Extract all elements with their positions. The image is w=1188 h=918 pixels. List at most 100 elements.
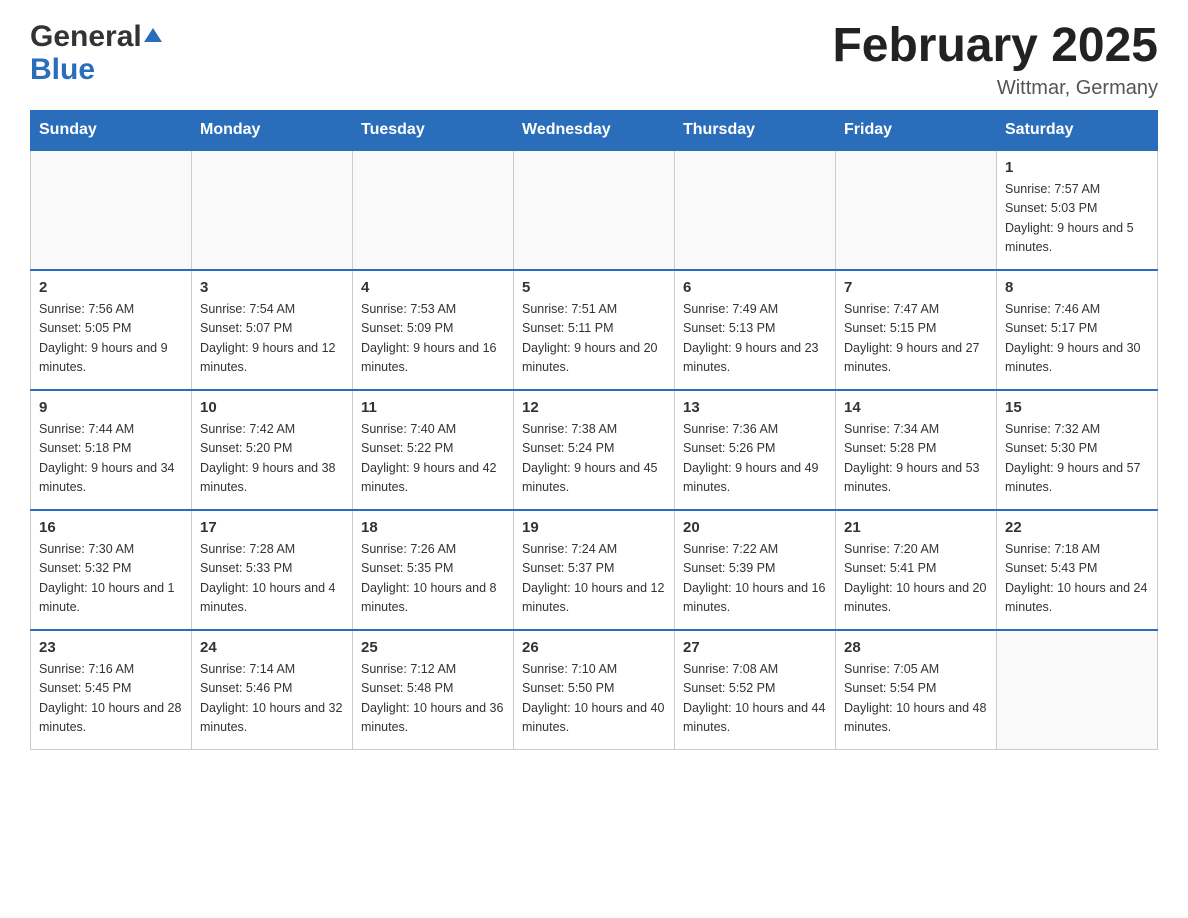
calendar-week-row: 1 Sunrise: 7:57 AM Sunset: 5:03 PM Daylig… bbox=[31, 150, 1158, 270]
calendar-day-cell: 12 Sunrise: 7:38 AM Sunset: 5:24 PM Dayli… bbox=[514, 390, 675, 510]
calendar-day-cell: 23 Sunrise: 7:16 AM Sunset: 5:45 PM Dayli… bbox=[31, 630, 192, 750]
day-info: Sunrise: 7:42 AM Sunset: 5:20 PM Dayligh… bbox=[200, 420, 344, 498]
calendar-day-cell: 4Sunrise: 7:53 AM Sunset: 5:09 PM Daylig… bbox=[353, 270, 514, 390]
logo: General Blue bbox=[30, 20, 162, 86]
logo-triangle-icon bbox=[144, 28, 162, 42]
title-area: February 2025 Wittmar, Germany bbox=[832, 20, 1158, 100]
day-number: 2 bbox=[39, 279, 183, 296]
calendar-day-cell: 6 Sunrise: 7:49 AM Sunset: 5:13 PM Daylig… bbox=[675, 270, 836, 390]
page-header: General Blue February 2025 Wittmar, Germ… bbox=[30, 20, 1158, 100]
day-info: Sunrise: 7:26 AM Sunset: 5:35 PM Dayligh… bbox=[361, 540, 505, 618]
day-info: Sunrise: 7:22 AM Sunset: 5:39 PM Dayligh… bbox=[683, 540, 827, 618]
calendar-day-cell: 15 Sunrise: 7:32 AM Sunset: 5:30 PM Dayli… bbox=[997, 390, 1158, 510]
calendar-day-cell: 19 Sunrise: 7:24 AM Sunset: 5:37 PM Dayli… bbox=[514, 510, 675, 630]
day-info: Sunrise: 7:46 AM Sunset: 5:17 PM Dayligh… bbox=[1005, 300, 1149, 378]
day-number: 8 bbox=[1005, 279, 1149, 296]
calendar-week-row: 9Sunrise: 7:44 AM Sunset: 5:18 PM Daylig… bbox=[31, 390, 1158, 510]
calendar-week-row: 16 Sunrise: 7:30 AM Sunset: 5:32 PM Dayli… bbox=[31, 510, 1158, 630]
day-number: 20 bbox=[683, 519, 827, 536]
calendar-day-cell bbox=[675, 150, 836, 270]
calendar-day-cell bbox=[31, 150, 192, 270]
calendar-day-cell: 8 Sunrise: 7:46 AM Sunset: 5:17 PM Daylig… bbox=[997, 270, 1158, 390]
day-info: Sunrise: 7:53 AM Sunset: 5:09 PM Dayligh… bbox=[361, 300, 505, 378]
calendar-day-cell: 7 Sunrise: 7:47 AM Sunset: 5:15 PM Daylig… bbox=[836, 270, 997, 390]
calendar-day-cell: 14 Sunrise: 7:34 AM Sunset: 5:28 PM Dayli… bbox=[836, 390, 997, 510]
day-info: Sunrise: 7:47 AM Sunset: 5:15 PM Dayligh… bbox=[844, 300, 988, 378]
day-info: Sunrise: 7:05 AM Sunset: 5:54 PM Dayligh… bbox=[844, 660, 988, 738]
day-info: Sunrise: 7:08 AM Sunset: 5:52 PM Dayligh… bbox=[683, 660, 827, 738]
calendar-day-cell: 20 Sunrise: 7:22 AM Sunset: 5:39 PM Dayli… bbox=[675, 510, 836, 630]
calendar-day-cell: 21 Sunrise: 7:20 AM Sunset: 5:41 PM Dayli… bbox=[836, 510, 997, 630]
day-number: 1 bbox=[1005, 159, 1149, 176]
calendar-day-cell: 18 Sunrise: 7:26 AM Sunset: 5:35 PM Dayli… bbox=[353, 510, 514, 630]
calendar-header-sunday: Sunday bbox=[31, 110, 192, 150]
day-info: Sunrise: 7:44 AM Sunset: 5:18 PM Dayligh… bbox=[39, 420, 183, 498]
day-number: 18 bbox=[361, 519, 505, 536]
calendar-header-monday: Monday bbox=[192, 110, 353, 150]
day-info: Sunrise: 7:36 AM Sunset: 5:26 PM Dayligh… bbox=[683, 420, 827, 498]
month-title: February 2025 bbox=[832, 20, 1158, 73]
day-number: 10 bbox=[200, 399, 344, 416]
calendar-day-cell: 9Sunrise: 7:44 AM Sunset: 5:18 PM Daylig… bbox=[31, 390, 192, 510]
calendar-day-cell: 27Sunrise: 7:08 AM Sunset: 5:52 PM Dayli… bbox=[675, 630, 836, 750]
calendar-day-cell: 26 Sunrise: 7:10 AM Sunset: 5:50 PM Dayli… bbox=[514, 630, 675, 750]
day-number: 14 bbox=[844, 399, 988, 416]
calendar-header-wednesday: Wednesday bbox=[514, 110, 675, 150]
calendar-day-cell: 11 Sunrise: 7:40 AM Sunset: 5:22 PM Dayli… bbox=[353, 390, 514, 510]
day-number: 11 bbox=[361, 399, 505, 416]
day-info: Sunrise: 7:54 AM Sunset: 5:07 PM Dayligh… bbox=[200, 300, 344, 378]
logo-blue: Blue bbox=[30, 53, 95, 86]
day-info: Sunrise: 7:24 AM Sunset: 5:37 PM Dayligh… bbox=[522, 540, 666, 618]
calendar-day-cell bbox=[836, 150, 997, 270]
day-info: Sunrise: 7:40 AM Sunset: 5:22 PM Dayligh… bbox=[361, 420, 505, 498]
day-number: 22 bbox=[1005, 519, 1149, 536]
calendar-header-saturday: Saturday bbox=[997, 110, 1158, 150]
day-number: 19 bbox=[522, 519, 666, 536]
calendar-week-row: 2 Sunrise: 7:56 AM Sunset: 5:05 PM Daylig… bbox=[31, 270, 1158, 390]
calendar-day-cell: 2 Sunrise: 7:56 AM Sunset: 5:05 PM Daylig… bbox=[31, 270, 192, 390]
day-number: 3 bbox=[200, 279, 344, 296]
day-number: 24 bbox=[200, 639, 344, 656]
day-info: Sunrise: 7:49 AM Sunset: 5:13 PM Dayligh… bbox=[683, 300, 827, 378]
calendar-day-cell: 22Sunrise: 7:18 AM Sunset: 5:43 PM Dayli… bbox=[997, 510, 1158, 630]
calendar-day-cell: 10 Sunrise: 7:42 AM Sunset: 5:20 PM Dayli… bbox=[192, 390, 353, 510]
logo-general: General bbox=[30, 20, 162, 53]
calendar-day-cell bbox=[997, 630, 1158, 750]
day-number: 12 bbox=[522, 399, 666, 416]
calendar-day-cell bbox=[192, 150, 353, 270]
calendar-header-row: SundayMondayTuesdayWednesdayThursdayFrid… bbox=[31, 110, 1158, 150]
day-info: Sunrise: 7:30 AM Sunset: 5:32 PM Dayligh… bbox=[39, 540, 183, 618]
day-info: Sunrise: 7:14 AM Sunset: 5:46 PM Dayligh… bbox=[200, 660, 344, 738]
day-info: Sunrise: 7:51 AM Sunset: 5:11 PM Dayligh… bbox=[522, 300, 666, 378]
day-number: 28 bbox=[844, 639, 988, 656]
day-info: Sunrise: 7:32 AM Sunset: 5:30 PM Dayligh… bbox=[1005, 420, 1149, 498]
day-number: 25 bbox=[361, 639, 505, 656]
day-info: Sunrise: 7:28 AM Sunset: 5:33 PM Dayligh… bbox=[200, 540, 344, 618]
calendar-day-cell bbox=[353, 150, 514, 270]
calendar-day-cell: 28 Sunrise: 7:05 AM Sunset: 5:54 PM Dayli… bbox=[836, 630, 997, 750]
calendar-day-cell: 16 Sunrise: 7:30 AM Sunset: 5:32 PM Dayli… bbox=[31, 510, 192, 630]
day-info: Sunrise: 7:57 AM Sunset: 5:03 PM Dayligh… bbox=[1005, 180, 1149, 258]
day-number: 26 bbox=[522, 639, 666, 656]
day-info: Sunrise: 7:34 AM Sunset: 5:28 PM Dayligh… bbox=[844, 420, 988, 498]
day-info: Sunrise: 7:20 AM Sunset: 5:41 PM Dayligh… bbox=[844, 540, 988, 618]
day-number: 21 bbox=[844, 519, 988, 536]
day-number: 5 bbox=[522, 279, 666, 296]
day-number: 7 bbox=[844, 279, 988, 296]
day-info: Sunrise: 7:38 AM Sunset: 5:24 PM Dayligh… bbox=[522, 420, 666, 498]
calendar-day-cell: 17 Sunrise: 7:28 AM Sunset: 5:33 PM Dayli… bbox=[192, 510, 353, 630]
day-info: Sunrise: 7:12 AM Sunset: 5:48 PM Dayligh… bbox=[361, 660, 505, 738]
calendar-header-friday: Friday bbox=[836, 110, 997, 150]
calendar-header-thursday: Thursday bbox=[675, 110, 836, 150]
day-number: 23 bbox=[39, 639, 183, 656]
calendar-week-row: 23 Sunrise: 7:16 AM Sunset: 5:45 PM Dayli… bbox=[31, 630, 1158, 750]
day-number: 17 bbox=[200, 519, 344, 536]
calendar-day-cell: 1 Sunrise: 7:57 AM Sunset: 5:03 PM Daylig… bbox=[997, 150, 1158, 270]
day-info: Sunrise: 7:56 AM Sunset: 5:05 PM Dayligh… bbox=[39, 300, 183, 378]
day-info: Sunrise: 7:10 AM Sunset: 5:50 PM Dayligh… bbox=[522, 660, 666, 738]
day-number: 6 bbox=[683, 279, 827, 296]
day-number: 16 bbox=[39, 519, 183, 536]
day-info: Sunrise: 7:16 AM Sunset: 5:45 PM Dayligh… bbox=[39, 660, 183, 738]
calendar-day-cell: 5 Sunrise: 7:51 AM Sunset: 5:11 PM Daylig… bbox=[514, 270, 675, 390]
day-number: 15 bbox=[1005, 399, 1149, 416]
